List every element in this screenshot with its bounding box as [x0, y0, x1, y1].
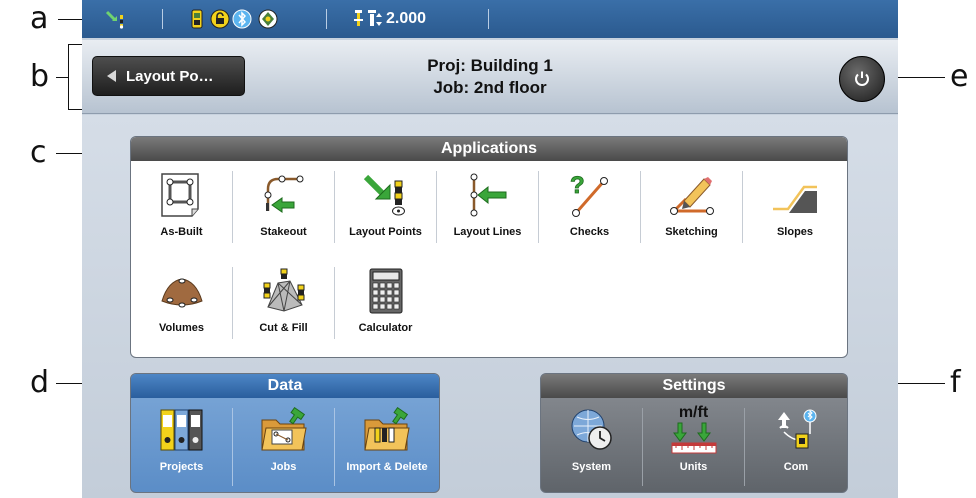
settings-system[interactable]: System: [541, 404, 642, 473]
import-delete-icon: [361, 404, 413, 456]
jobs-icon: [258, 404, 310, 456]
app-label: As-Built: [160, 226, 203, 238]
settings-label: Units: [679, 461, 708, 473]
app-label: Calculator: [358, 322, 413, 334]
app-volumes[interactable]: Volumes: [131, 265, 232, 334]
settings-panel: Settings System m/ft Units Com: [540, 373, 848, 493]
app-label: Stakeout: [260, 226, 307, 238]
app-stakeout[interactable]: Stakeout: [233, 169, 334, 238]
app-label: Volumes: [158, 322, 205, 334]
callout-b-line: [56, 77, 68, 78]
target-icon[interactable]: [258, 9, 278, 29]
status-separator: [488, 9, 489, 29]
figure-stage: a b c d e f 2.000 Layout Po… Proj: Build…: [0, 0, 976, 498]
status-separator: [162, 9, 163, 29]
app-label: Layout Lines: [453, 226, 522, 238]
data-label: Import & Delete: [346, 461, 428, 473]
title-bar: Layout Po… Proj: Building 1 Job: 2nd flo…: [82, 40, 898, 114]
as-built-icon: [156, 169, 208, 221]
data-import-delete[interactable]: Import & Delete: [335, 404, 439, 473]
status-bar: 2.000: [82, 0, 898, 38]
cut-fill-icon: [258, 265, 310, 317]
bluetooth-icon[interactable]: [232, 9, 252, 29]
app-sketching[interactable]: Sketching: [641, 169, 742, 238]
projects-icon: [156, 404, 208, 456]
data-label: Projects: [159, 461, 204, 473]
device-screen: 2.000 Layout Po… Proj: Building 1 Job: 2…: [82, 0, 898, 498]
app-calculator[interactable]: Calculator: [335, 265, 436, 334]
app-layout-points[interactable]: Layout Points: [335, 169, 436, 238]
calculator-icon: [360, 265, 412, 317]
checks-icon: ?: [564, 169, 616, 221]
settings-units[interactable]: m/ft Units: [643, 404, 744, 473]
app-cut-fill[interactable]: Cut & Fill: [233, 265, 334, 334]
pole-height-value: 2.000: [386, 10, 427, 27]
applications-title: Applications: [131, 137, 847, 161]
sketching-icon: [666, 169, 718, 221]
callout-d: d: [30, 365, 50, 400]
app-checks[interactable]: ? Checks: [539, 169, 640, 238]
app-layout-lines[interactable]: Layout Lines: [437, 169, 538, 238]
app-label: Cut & Fill: [259, 322, 308, 334]
status-separator: [326, 9, 327, 29]
svg-text:?: ?: [570, 172, 585, 199]
data-panel: Data Projects Jobs Import & Delete: [130, 373, 440, 493]
callout-c: c: [30, 135, 47, 170]
layout-points-icon: [360, 169, 412, 221]
lock-icon[interactable]: [210, 9, 230, 29]
job-name: Job: 2nd floor: [433, 78, 547, 97]
settings-title: Settings: [541, 374, 847, 398]
data-projects[interactable]: Projects: [131, 404, 232, 473]
settings-label: Com: [783, 461, 809, 473]
callout-b: b: [30, 59, 50, 94]
callout-e: e: [950, 59, 969, 94]
power-icon: [855, 71, 869, 86]
units-icon: m/ft: [668, 404, 720, 456]
stakeout-icon: [258, 169, 310, 221]
data-jobs[interactable]: Jobs: [233, 404, 334, 473]
callout-f: f: [950, 365, 961, 400]
slopes-icon: [769, 169, 821, 221]
com-icon: [770, 404, 822, 456]
settings-com[interactable]: Com: [745, 404, 847, 473]
data-title: Data: [131, 374, 439, 398]
app-label: Sketching: [665, 226, 718, 238]
app-label: Layout Points: [349, 226, 422, 238]
settings-label: System: [571, 461, 612, 473]
pole-height-icon[interactable]: [352, 9, 384, 29]
callout-b-bracket: [68, 44, 82, 110]
power-button[interactable]: [839, 56, 885, 102]
callout-a: a: [30, 1, 49, 36]
system-icon: [566, 404, 618, 456]
units-icon-text: m/ft: [678, 404, 709, 421]
layout-lines-icon: [462, 169, 514, 221]
data-label: Jobs: [270, 461, 297, 473]
controller-battery-icon[interactable]: [190, 9, 204, 29]
volumes-icon: [156, 265, 208, 317]
gps-receiver-icon[interactable]: [104, 9, 130, 29]
app-label: Slopes: [776, 226, 814, 238]
app-label: Checks: [569, 226, 610, 238]
project-name: Proj: Building 1: [427, 56, 553, 75]
applications-panel: Applications As-Built Stakeout Layout Po…: [130, 136, 848, 358]
app-as-built[interactable]: As-Built: [131, 169, 232, 238]
app-slopes[interactable]: Slopes: [743, 169, 847, 238]
